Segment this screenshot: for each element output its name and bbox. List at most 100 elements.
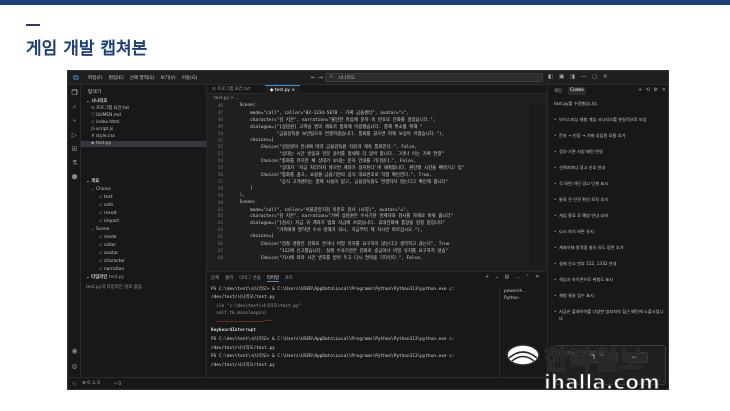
chat-message-line: 색상과 아이콘으로 위험도 표시 (559, 277, 614, 282)
code-line[interactable]: Choice("통화를 끊고, 쇼핑몰·금융기관의 공식 대표번호로 직접 확인… (229, 172, 432, 178)
testing-icon[interactable]: ⚗ (70, 159, 79, 168)
line-number: 46 (217, 103, 223, 108)
panel-actions-icon[interactable]: + ⌄ ▤ … ⌃ ✕ (485, 274, 541, 280)
code-line[interactable]: "가족에게 말하면 수사 방해가 되니, 지금부터 제 지시만 따르십시오.")… (229, 227, 423, 233)
code-line[interactable]: dialogue=("[검사] 지금 귀 계좌가 범죄 자금에 쓰였습니다. 휴… (229, 220, 445, 226)
line-number: 55 (217, 165, 223, 171)
code-line[interactable]: Choice("검찰·경찰은 전화로 돈이나 비밀 유지를 요구하지 않는다고 … (229, 241, 450, 247)
outline-item[interactable]: ▫ mode (99, 235, 116, 241)
bullet-icon: • (554, 309, 557, 314)
code-line[interactable]: mode="call", caller="02-1234-5678 - 가짜 금… (229, 110, 409, 116)
line-number: 49 (217, 123, 223, 129)
terminal-item-python[interactable]: Python (500, 295, 547, 302)
outline-item[interactable]: ▫ safe (99, 203, 113, 209)
outline-item[interactable]: ⌄Choice (91, 187, 111, 193)
account-icon[interactable]: ◉ (70, 347, 79, 356)
chat-actions-icon[interactable]: + ⟲ ⚙ ✕ (638, 87, 667, 93)
bullet-icon: • (554, 229, 557, 234)
menu-go[interactable]: 이동(G) (182, 75, 198, 81)
tab-chat[interactable]: 채팅 (552, 87, 564, 95)
tab-output[interactable]: 출력 (225, 275, 233, 282)
code-line[interactable]: dialogue=("[상담원] 고객님 명의 계좌가 범죄에 이용됐습니다. … (229, 124, 423, 130)
settings-gear-icon[interactable]: ⚙ (70, 363, 79, 372)
code-line[interactable]: "금융감독원 보안팀으로 연결하겠습니다. 통화를 끊으면 피해 보상이 어렵습… (229, 131, 445, 137)
bullet-icon: • (554, 213, 557, 218)
outline-item[interactable]: ▫ character (99, 259, 125, 265)
command-search-input[interactable]: ⌕ 시나리오 (325, 73, 543, 82)
run-debug-icon[interactable]: ▷ (70, 131, 79, 140)
code-line[interactable]: "상대가 '지금 처리하지 않으면 계좌가 정지된다'며 재촉합니다. 판단할 … (229, 165, 464, 171)
tab-codex[interactable]: Codex (568, 87, 586, 95)
code-line[interactable]: ] (229, 186, 253, 191)
code-line[interactable]: "공식 고객센터는 결제 사실이 없고, 금융감독원도 연결하지 않는다고 확인… (229, 179, 448, 185)
bullet-icon: • (554, 133, 557, 138)
tab-problems[interactable]: 문제 (211, 275, 219, 282)
title-dash (26, 24, 40, 26)
menu-file[interactable]: 파일(F) (88, 75, 103, 81)
line-number: 51 (217, 137, 223, 143)
explorer-panel: 탐색기 ⌄ 시나리오 ≡프로그램 요건.txt ⓘGUMEN.md ◇ index… (81, 85, 207, 389)
bullet-icon: • (554, 165, 557, 170)
file-item[interactable]: #style.css (91, 134, 115, 140)
outline-item[interactable]: ▫ avatar (99, 251, 118, 257)
outline-item[interactable]: ▫ text (99, 195, 113, 201)
source-control-icon[interactable]: ⑂ (70, 117, 79, 126)
outline-header[interactable]: ⌄ 개요 (86, 179, 99, 185)
search-text: 시나리오 (338, 76, 355, 81)
bullet-icon: • (554, 261, 557, 266)
outline-item[interactable]: ▫ caller (99, 243, 116, 249)
line-number: 64 (217, 227, 223, 233)
outline-item[interactable]: ▫ narration (99, 267, 124, 273)
menu-edit[interactable]: 편집(E) (109, 75, 124, 81)
tab-test-py[interactable]: ◆ test.py × (265, 85, 301, 94)
tab-terminal[interactable]: 터미널 (266, 275, 279, 282)
newspaper-logo-icon (506, 344, 540, 366)
line-number: 53 (217, 151, 223, 157)
explorer-icon[interactable]: ❐ (70, 89, 79, 98)
timeline-header[interactable]: ⌄ 타임라인 test.py (86, 275, 124, 281)
problems-count[interactable]: ⊗ 0 ⚠ 0 (82, 381, 100, 386)
file-item[interactable]: ≡프로그램 요건.txt (91, 106, 129, 112)
chat-message-line: 실제 신고 번호 112, 1332 안내 (559, 261, 617, 266)
breadcrumb: test.py > ... (214, 96, 240, 101)
terminal-item-powershell[interactable]: powersh... (500, 288, 547, 295)
folder-row[interactable]: ⌄ 시나리오 (86, 99, 107, 105)
code-line[interactable]: "상대는 시간 반응과 전문 용어를 앞세워 더 압박 합니다. 그러나 이는 … (229, 151, 444, 157)
extensions-icon[interactable]: ⊞ (70, 145, 79, 154)
outline-item[interactable]: ▫ impact (99, 219, 119, 225)
terminal-line: PS C:\dev\test\시나리오> & C:\Users\USER\App… (211, 287, 455, 292)
file-item[interactable]: ◇ index.html (91, 120, 119, 126)
terminal-line: /dev/test/시나리오/test.py (211, 362, 275, 368)
menu-selection[interactable]: 선택 영역(S) (130, 75, 155, 81)
code-line[interactable]: Choice("상담원의 안내에 따라 금융감독원 직원과 계속 통화한다.",… (229, 144, 417, 150)
remote-icon[interactable]: ⬢ (70, 173, 79, 182)
code-line[interactable]: character="김 지은", narration="불안한 마음에 문자 … (229, 117, 435, 123)
tab-requirements[interactable]: ≡ 프로그램 요건.txt (207, 85, 255, 94)
code-line[interactable]: Choice("지시에 따라 사건 번호를 받아 두고 다시 연락을 기다린다.… (229, 255, 423, 261)
file-item-selected[interactable]: ◆ test.py (81, 141, 207, 147)
file-item[interactable]: ⓘGUMEN.md (91, 113, 121, 119)
window-controls-icon[interactable]: ◧ ▣ ◨ — ▢ ✕ (548, 74, 610, 80)
code-line[interactable]: ), (229, 193, 245, 198)
explorer-header: 탐색기 (88, 90, 102, 95)
code-line[interactable]: Choice("통화를 유지한 채 상대가 보내는 문자 안내를 기다린다.",… (229, 158, 416, 164)
outline-item[interactable]: ⌄Scene (91, 227, 109, 233)
code-line[interactable]: mode="call", caller="서울중앙지검 이준호 검사 (사칭)"… (229, 207, 408, 213)
file-item[interactable]: JSscript.js (91, 127, 113, 133)
code-line[interactable]: "112에 신고했습니다. 실제 수사기관은 전화로 송금이나 비밀 유지를 요… (229, 248, 448, 254)
code-line[interactable]: character="김 지은", narration="가짜 상담원은 수사기… (229, 213, 453, 219)
tab-debug-console[interactable]: 디버그 콘솔 (239, 275, 261, 282)
ports-count[interactable]: ⑂ 0 (114, 381, 121, 387)
outline-item[interactable]: ▫ result (99, 211, 116, 217)
menu-view[interactable]: 보기(V) (161, 75, 176, 81)
code-line[interactable]: choices=[ (229, 234, 274, 239)
code-line[interactable]: Scene( (229, 103, 256, 108)
newspaper-watermark: 한라일보 ihalla.com (500, 340, 680, 396)
tab-ports[interactable]: 포트 (285, 275, 293, 282)
remote-status-icon[interactable]: ⨞ (72, 381, 76, 387)
nav-arrows-icon[interactable]: ← → (311, 74, 323, 81)
minimap[interactable] (529, 103, 545, 269)
search-icon[interactable]: ⌕ (70, 103, 79, 112)
code-line[interactable]: choices=[ (229, 138, 274, 143)
code-line[interactable]: Scene( (229, 200, 256, 205)
